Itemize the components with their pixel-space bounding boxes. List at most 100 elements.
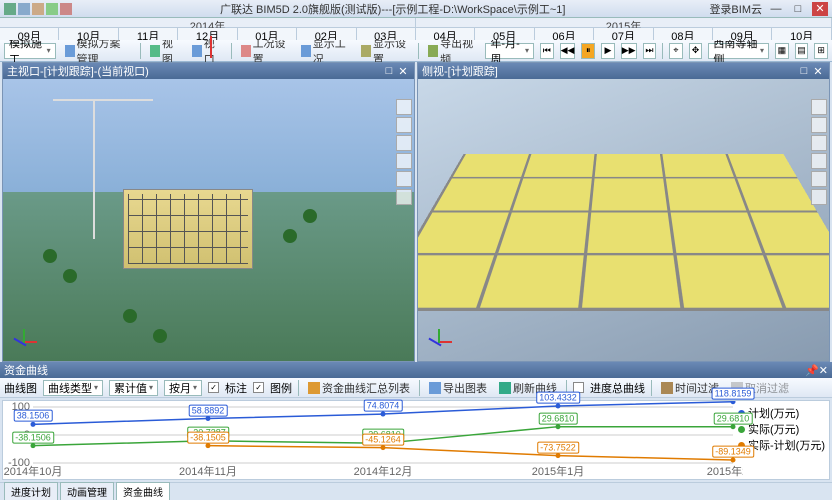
axis-gizmo[interactable] <box>9 327 37 355</box>
play-play-button[interactable]: ▶ <box>601 43 615 59</box>
timeline-month[interactable]: 08月 <box>654 28 713 40</box>
timeline-month[interactable]: 11月 <box>119 28 178 40</box>
chart-data-label: 38.1506 <box>14 410 53 422</box>
timeline-years: 2014年2015年 <box>0 18 832 28</box>
close-button[interactable]: ✕ <box>812 2 828 16</box>
svg-text:2014年11月: 2014年11月 <box>179 464 237 477</box>
crane-model <box>93 99 95 239</box>
timeline-month[interactable]: 01月 <box>238 28 297 40</box>
tool-button[interactable]: ⌖ <box>669 43 683 59</box>
timeline-current-marker[interactable] <box>210 36 212 58</box>
timeline-month[interactable]: 12月 <box>178 28 237 40</box>
chart-data-label: 103.4332 <box>536 392 580 404</box>
chart-data-label: 58.8892 <box>189 404 228 416</box>
timeline-month[interactable]: 02月 <box>297 28 356 40</box>
play-last-button[interactable]: ⏭ <box>643 43 657 59</box>
main-toolbar: 模拟施工 模拟方案管理 视图 视口 工况设置 显示工况 显示设置 导出视频 年-… <box>0 40 832 62</box>
chart-panel-header: 资金曲线 📌 ✕ <box>0 362 832 378</box>
vp-tool-button[interactable] <box>811 189 827 205</box>
cumulative-dropdown[interactable]: 累计值 <box>109 380 158 396</box>
svg-text:2014年12月: 2014年12月 <box>354 464 413 477</box>
building-model <box>123 189 253 269</box>
panel-pin-button[interactable]: 📌 <box>805 364 819 377</box>
title-bar: 广联达 BIM5D 2.0旗舰版(测试版)---[示例工程-D:\WorkSpa… <box>0 0 832 18</box>
legend-checkbox[interactable]: ✓ <box>253 382 264 393</box>
minimize-button[interactable]: — <box>768 2 784 16</box>
bottom-tab[interactable]: 动画管理 <box>60 482 114 500</box>
vp-tool-button[interactable] <box>811 171 827 187</box>
by-month-dropdown[interactable]: 按月 <box>164 380 202 396</box>
qat-icon[interactable] <box>18 3 30 15</box>
timeline-month[interactable]: 09月 <box>713 28 772 40</box>
timeline-month[interactable]: 10月 <box>59 28 118 40</box>
vp-tool-button[interactable] <box>396 171 412 187</box>
play-prev-button[interactable]: ◀◀ <box>560 43 576 59</box>
export-chart-button[interactable]: 导出图表 <box>426 379 490 397</box>
tool-button[interactable]: ▦ <box>775 43 789 59</box>
chart-data-label: -38.1506 <box>12 431 54 443</box>
floor-slab-model <box>418 154 829 311</box>
play-pause-button[interactable]: ⏸ <box>581 43 595 59</box>
timeline-ruler[interactable]: 2014年2015年 09月10月11月12月01月02月03月04月05月06… <box>0 18 832 40</box>
app-icon <box>4 3 16 15</box>
vp-tool-button[interactable] <box>396 135 412 151</box>
quick-access <box>0 3 76 15</box>
viewport-close-button[interactable]: ✕ <box>396 65 410 78</box>
chart-data-label: 74.8074 <box>364 400 403 412</box>
play-next-button[interactable]: ▶▶ <box>621 43 637 59</box>
view-angle-dropdown[interactable]: 西南等轴侧 <box>708 43 769 59</box>
time-unit-dropdown[interactable]: 年-月-周 <box>485 43 534 59</box>
timeline-months: 09月10月11月12月01月02月03月04月05月06月07月08月09月1… <box>0 28 832 40</box>
vp-tool-button[interactable] <box>396 117 412 133</box>
chart-data-label: 29.6810 <box>714 412 753 424</box>
tool-button[interactable]: ✥ <box>689 43 703 59</box>
viewport-header: 侧视-[计划跟踪] □ ✕ <box>418 63 829 79</box>
vp-tool-button[interactable] <box>396 189 412 205</box>
login-cloud-link[interactable]: 登录BIM云 <box>709 1 762 17</box>
bottom-tab[interactable]: 进度计划 <box>4 482 58 500</box>
viewports-container: 主视口-[计划跟踪]-(当前视口) □ ✕ 侧视-[计划跟踪] □ ✕ <box>0 62 832 362</box>
viewport-title: 侧视-[计划跟踪] <box>422 63 498 79</box>
qat-icon[interactable] <box>32 3 44 15</box>
panel-close-button[interactable]: ✕ <box>819 364 828 377</box>
chart-data-label: -89.1349 <box>712 446 754 458</box>
bottom-tabs: 进度计划动画管理资金曲线 <box>0 482 832 500</box>
timeline-month[interactable]: 10月 <box>772 28 831 40</box>
tool-button[interactable]: ⊞ <box>814 43 828 59</box>
vp-tool-button[interactable] <box>811 135 827 151</box>
chart-data-label: -73.7522 <box>537 441 579 453</box>
chart-area[interactable]: -10001002014年10月2014年11月2014年12月2015年1月2… <box>2 400 830 480</box>
timeline-month[interactable]: 07月 <box>594 28 653 40</box>
viewport-max-button[interactable]: □ <box>797 65 811 77</box>
viewport-3d-canvas[interactable] <box>3 79 414 361</box>
timeline-month[interactable]: 05月 <box>475 28 534 40</box>
viewport-close-button[interactable]: ✕ <box>811 65 825 78</box>
chart-data-label: 29.6810 <box>539 412 578 424</box>
curve-type-dropdown[interactable]: 曲线类型 <box>43 380 103 396</box>
vp-tool-button[interactable] <box>811 117 827 133</box>
bottom-tab[interactable]: 资金曲线 <box>116 482 170 500</box>
chart-data-label: -45.1264 <box>362 433 404 445</box>
timeline-month[interactable]: 03月 <box>357 28 416 40</box>
timeline-month[interactable]: 04月 <box>416 28 475 40</box>
axis-gizmo[interactable] <box>424 327 452 355</box>
mode-dropdown[interactable]: 模拟施工 <box>4 43 56 59</box>
play-first-button[interactable]: ⏮ <box>540 43 554 59</box>
vp-tool-button[interactable] <box>811 99 827 115</box>
maximize-button[interactable]: □ <box>790 2 806 16</box>
viewport-3d-canvas[interactable] <box>418 79 829 361</box>
qat-icon[interactable] <box>46 3 58 15</box>
vp-tool-button[interactable] <box>396 153 412 169</box>
vp-tool-button[interactable] <box>811 153 827 169</box>
mark-checkbox[interactable]: ✓ <box>208 382 219 393</box>
timeline-year: 2014年 <box>0 18 416 27</box>
timeline-month[interactable]: 09月 <box>0 28 59 40</box>
tool-button[interactable]: ▤ <box>795 43 809 59</box>
summary-button[interactable]: 资金曲线汇总列表 <box>305 379 413 397</box>
timeline-month[interactable]: 06月 <box>535 28 594 40</box>
viewport-max-button[interactable]: □ <box>382 65 396 77</box>
vp-tool-button[interactable] <box>396 99 412 115</box>
svg-text:2014年10月: 2014年10月 <box>4 464 63 477</box>
viewport-side-toolbar <box>811 99 827 205</box>
qat-icon[interactable] <box>60 3 72 15</box>
